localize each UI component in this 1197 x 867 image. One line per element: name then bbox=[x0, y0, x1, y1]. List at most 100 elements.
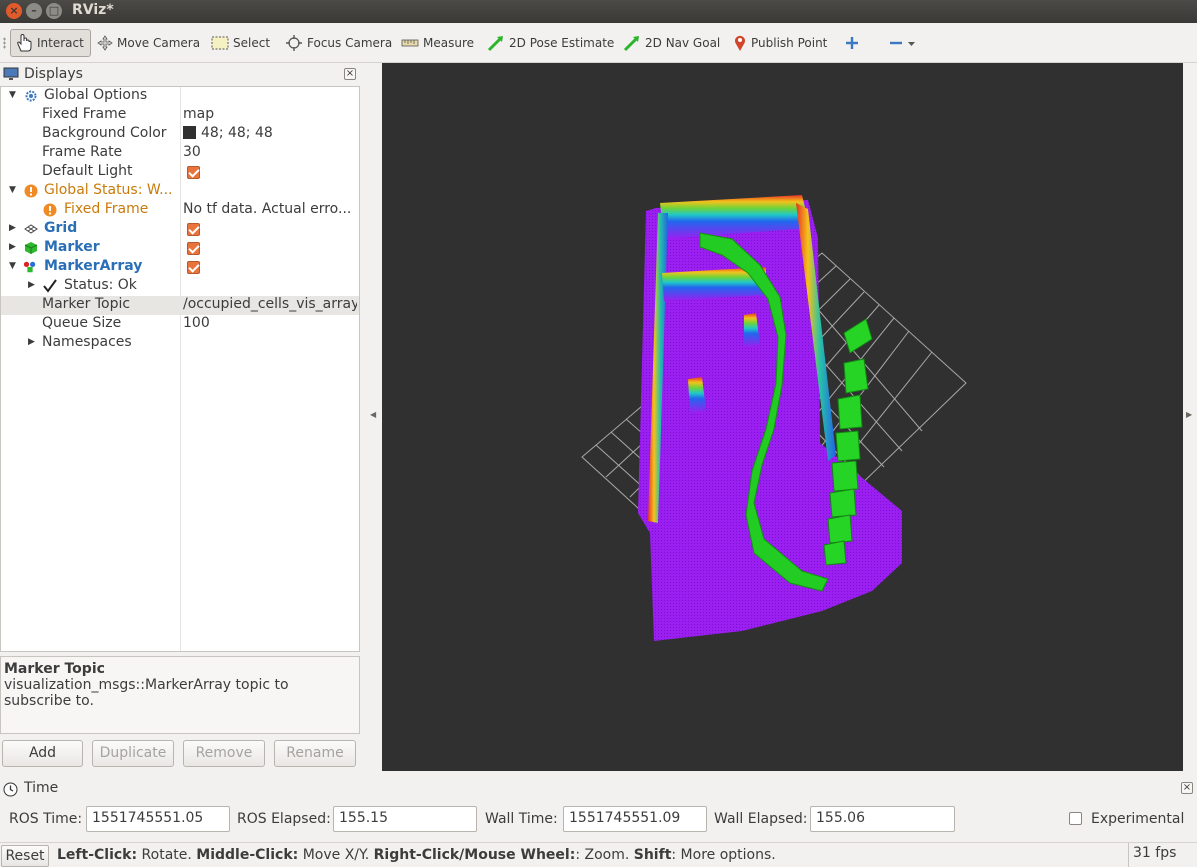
fps-counter: 31 fps bbox=[1128, 843, 1197, 867]
displays-title: Displays bbox=[24, 66, 83, 82]
color-swatch bbox=[183, 126, 196, 139]
window-title: RViz* bbox=[72, 2, 114, 18]
tree-label: Queue Size bbox=[42, 315, 122, 331]
expand-arrow-icon[interactable]: ▼ bbox=[9, 185, 16, 195]
displays-panel: Displays × ▼ Global Options Fixed Frame … bbox=[0, 64, 361, 773]
collapsed-arrow-icon[interactable]: ▶ bbox=[28, 337, 35, 347]
marker-array-enabled-checkbox[interactable] bbox=[187, 261, 200, 274]
measure-tool[interactable]: Measure bbox=[401, 29, 474, 57]
plus-icon bbox=[845, 36, 859, 50]
ruler-icon bbox=[401, 38, 419, 48]
move-camera-tool[interactable]: Move Camera bbox=[97, 29, 200, 57]
tool-label: Focus Camera bbox=[307, 36, 393, 50]
collapsed-arrow-icon[interactable]: ▶ bbox=[9, 223, 16, 233]
tree-row-status-ok[interactable]: ▶ Status: Ok bbox=[1, 277, 359, 296]
tree-label: Fixed Frame bbox=[42, 106, 127, 122]
remove-button[interactable]: Remove bbox=[183, 740, 265, 767]
tree-label: Global Options bbox=[44, 87, 148, 103]
experimental-label: Experimental bbox=[1091, 811, 1185, 827]
tree-row-fixed-frame-status[interactable]: Fixed Frame No tf data. Actual erro... bbox=[1, 201, 359, 220]
displays-tree: ▼ Global Options Fixed Frame map Backgro… bbox=[0, 86, 360, 652]
ros-time-field[interactable]: 1551745551.05 bbox=[86, 806, 230, 832]
default-light-checkbox[interactable] bbox=[187, 166, 200, 179]
background-color-value[interactable]: 48; 48; 48 bbox=[183, 125, 357, 141]
duplicate-button[interactable]: Duplicate bbox=[92, 740, 174, 767]
tree-row-queue-size[interactable]: Queue Size 100 bbox=[1, 315, 359, 334]
fixed-frame-value[interactable]: map bbox=[183, 106, 357, 122]
tree-row-default-light[interactable]: Default Light bbox=[1, 163, 359, 182]
window-minimize-icon[interactable]: – bbox=[26, 3, 42, 19]
tree-row-namespaces[interactable]: ▶ Namespaces bbox=[1, 334, 359, 353]
close-panel-icon[interactable]: × bbox=[344, 68, 356, 80]
collapsed-arrow-icon[interactable]: ▶ bbox=[28, 280, 35, 290]
experimental-checkbox[interactable] bbox=[1069, 812, 1082, 825]
mouse-hint: Left-Click: Rotate. Middle-Click: Move X… bbox=[57, 847, 776, 863]
tool-label: Select bbox=[233, 36, 271, 50]
select-icon bbox=[211, 36, 229, 50]
tree-row-global-options[interactable]: ▼ Global Options bbox=[1, 87, 359, 106]
interact-tool[interactable]: Interact bbox=[10, 29, 91, 57]
tree-row-grid[interactable]: ▶ Grid bbox=[1, 220, 359, 239]
tree-row-background-color[interactable]: Background Color 48; 48; 48 bbox=[1, 125, 359, 144]
marker-enabled-checkbox[interactable] bbox=[187, 242, 200, 255]
wall-time-field[interactable]: 1551745551.09 bbox=[563, 806, 707, 832]
tree-label: Marker Topic bbox=[42, 296, 131, 312]
status-bar: Reset Left-Click: Rotate. Middle-Click: … bbox=[0, 842, 1197, 867]
close-time-panel-icon[interactable]: × bbox=[1181, 782, 1193, 794]
map-pin-icon bbox=[733, 34, 747, 52]
grid-enabled-checkbox[interactable] bbox=[187, 223, 200, 236]
window-close-icon[interactable]: × bbox=[6, 3, 22, 19]
tree-row-marker-topic[interactable]: Marker Topic /occupied_cells_vis_array bbox=[1, 296, 359, 315]
frame-rate-value[interactable]: 30 bbox=[183, 144, 357, 160]
collapsed-arrow-icon[interactable]: ▶ bbox=[9, 242, 16, 252]
hint-shift: Shift bbox=[633, 847, 672, 863]
left-splitter-handle[interactable]: ◀ bbox=[370, 410, 376, 419]
queue-size-value[interactable]: 100 bbox=[183, 315, 357, 331]
tree-label: Frame Rate bbox=[42, 144, 123, 160]
property-description: Marker Topic visualization_msgs::MarkerA… bbox=[0, 656, 360, 734]
pose-estimate-tool[interactable]: 2D Pose Estimate bbox=[487, 29, 614, 57]
remove-tool-button[interactable] bbox=[889, 29, 921, 57]
tree-row-marker-array[interactable]: ▼ MarkerArray bbox=[1, 258, 359, 277]
add-tool-button[interactable] bbox=[845, 29, 863, 57]
toolbar-grip[interactable] bbox=[3, 37, 6, 49]
time-panel: Time × ROS Time: 1551745551.05 ROS Elaps… bbox=[0, 777, 1197, 840]
pose-estimate-icon bbox=[487, 34, 505, 52]
expand-arrow-icon[interactable]: ▼ bbox=[9, 261, 16, 271]
hint-move: Move X/Y. bbox=[298, 847, 374, 863]
focus-camera-tool[interactable]: Focus Camera bbox=[285, 29, 392, 57]
tree-row-frame-rate[interactable]: Frame Rate 30 bbox=[1, 144, 359, 163]
displays-panel-header: Displays × bbox=[0, 64, 361, 85]
tree-label: Marker bbox=[44, 239, 100, 255]
tree-label: Namespaces bbox=[42, 334, 132, 350]
render-3d-view[interactable] bbox=[382, 63, 1183, 771]
nav-goal-tool[interactable]: 2D Nav Goal bbox=[623, 29, 720, 57]
select-tool[interactable]: Select bbox=[211, 29, 270, 57]
hint-rotate: Rotate. bbox=[137, 847, 197, 863]
monitor-icon bbox=[3, 67, 19, 85]
publish-point-tool[interactable]: Publish Point bbox=[733, 29, 827, 57]
hand-icon bbox=[15, 33, 33, 53]
hint-more: : More options. bbox=[671, 847, 776, 863]
tree-label: Status: Ok bbox=[64, 277, 137, 293]
add-button[interactable]: Add bbox=[2, 740, 83, 767]
checkmark-icon bbox=[43, 279, 57, 293]
ros-time-label: ROS Time: bbox=[9, 811, 83, 827]
wall-elapsed-field[interactable]: 155.06 bbox=[810, 806, 955, 832]
tool-label: 2D Pose Estimate bbox=[509, 36, 615, 50]
hint-zoom: : Zoom. bbox=[575, 847, 634, 863]
description-text: visualization_msgs::MarkerArray topic to… bbox=[4, 677, 289, 709]
reset-button[interactable]: Reset bbox=[1, 845, 49, 867]
tool-label: Interact bbox=[37, 36, 84, 50]
title-bar: × – □ RViz* bbox=[0, 0, 1197, 23]
tree-row-marker[interactable]: ▶ Marker bbox=[1, 239, 359, 258]
ros-elapsed-field[interactable]: 155.15 bbox=[333, 806, 477, 832]
rename-button[interactable]: Rename bbox=[274, 740, 356, 767]
tree-label: MarkerArray bbox=[44, 258, 143, 274]
right-splitter-handle[interactable]: ▶ bbox=[1186, 410, 1192, 419]
window-maximize-icon[interactable]: □ bbox=[46, 3, 62, 19]
marker-topic-value[interactable]: /occupied_cells_vis_array bbox=[183, 296, 357, 312]
expand-arrow-icon[interactable]: ▼ bbox=[9, 90, 16, 100]
tree-row-global-status[interactable]: ▼ Global Status: W... bbox=[1, 182, 359, 201]
tree-row-fixed-frame[interactable]: Fixed Frame map bbox=[1, 106, 359, 125]
